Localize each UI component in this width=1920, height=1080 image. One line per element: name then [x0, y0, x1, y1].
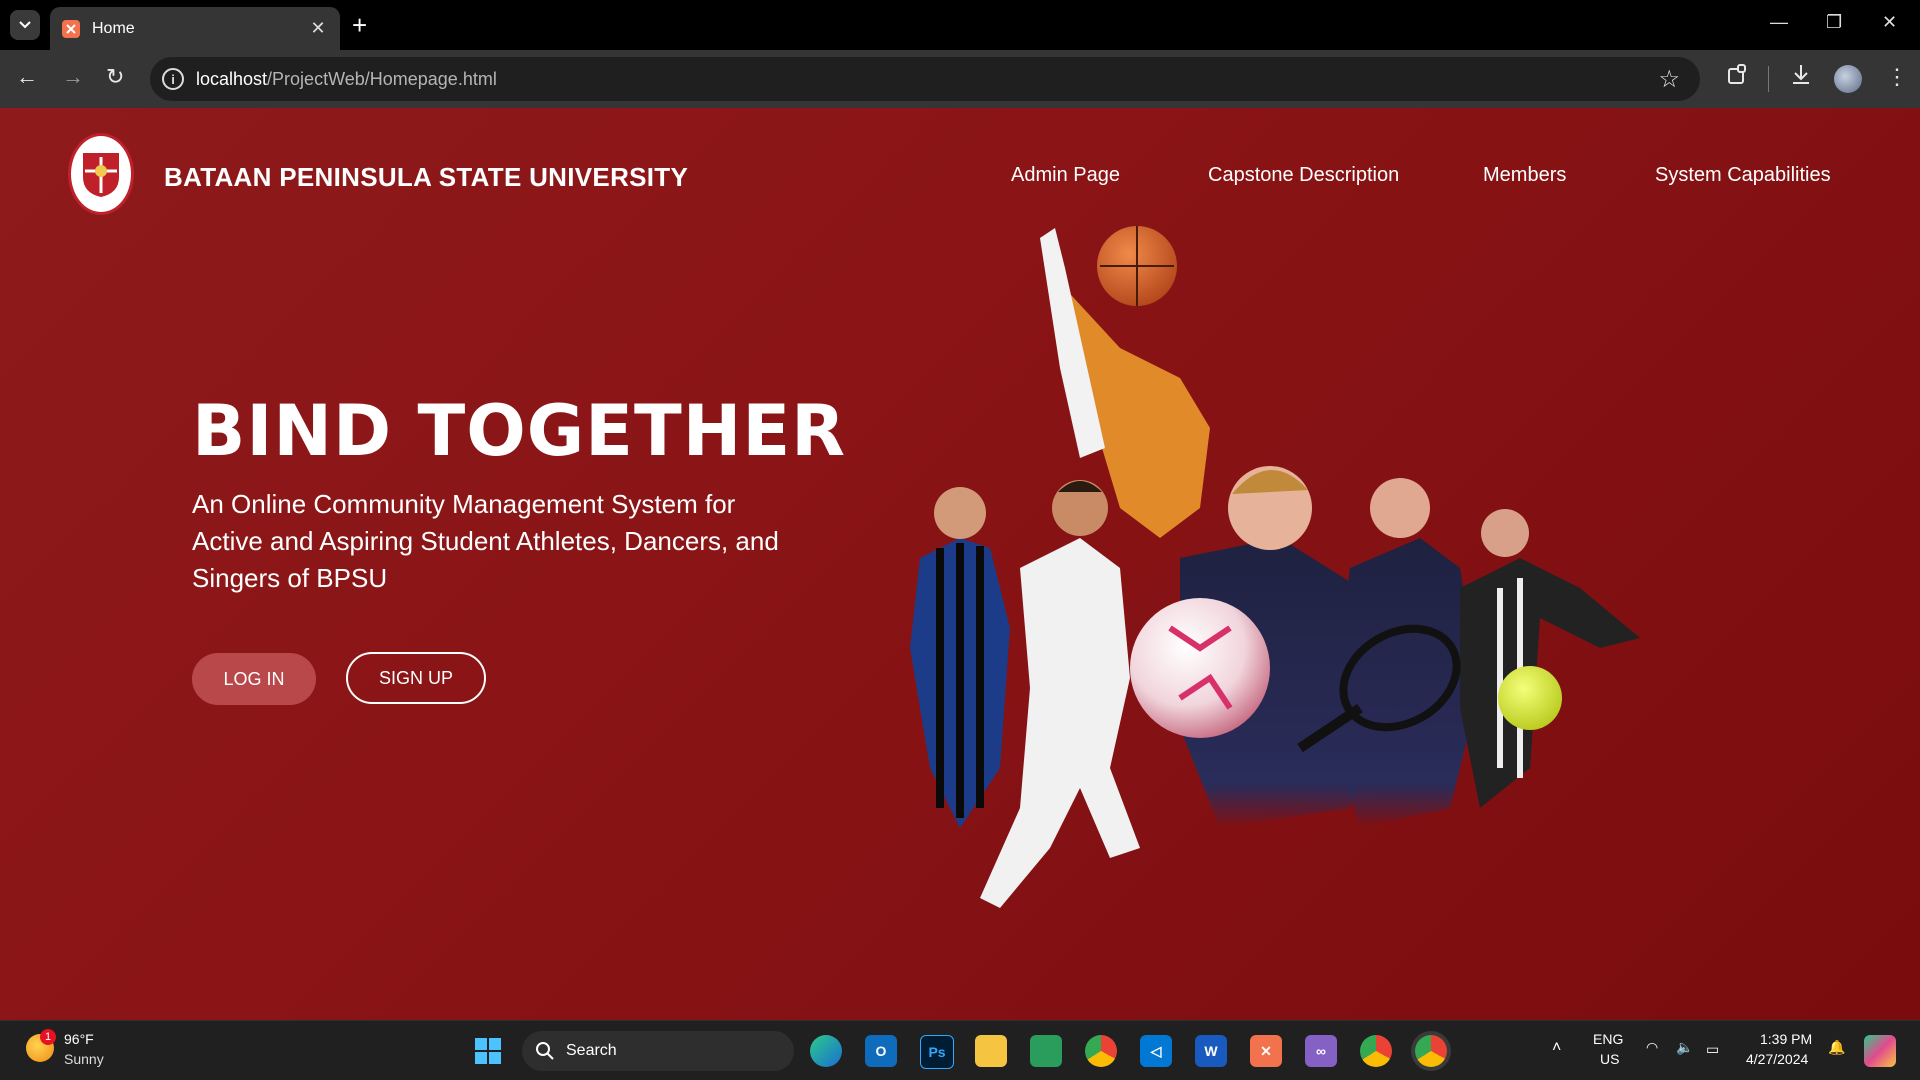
windows-taskbar: 1 96°F Sunny Search O Ps ◁ W ✕ ∞ ˄ ENG U… [0, 1020, 1920, 1080]
browser-tab-home[interactable]: Home ✕ [50, 7, 340, 50]
notification-bell-icon[interactable]: 🔔 [1828, 1039, 1845, 1056]
nav-capstone-description[interactable]: Capstone Description [1208, 164, 1399, 187]
taskbar-search-box[interactable]: Search [522, 1031, 794, 1071]
language-top[interactable]: ENG [1593, 1031, 1623, 1047]
vscode-icon[interactable]: ◁ [1140, 1035, 1172, 1067]
xampp-favicon-icon [62, 19, 80, 38]
extensions-icon[interactable] [1724, 62, 1750, 88]
chrome-active-icon[interactable] [1415, 1035, 1447, 1067]
battery-icon[interactable]: ▭ [1706, 1041, 1719, 1058]
chrome-icon[interactable] [1085, 1035, 1117, 1067]
athletes-collage-image [910, 226, 1640, 908]
tab-title: Home [92, 19, 135, 37]
site-brand-title[interactable]: BATAAN PENINSULA STATE UNIVERSITY [164, 162, 688, 193]
photoshop-icon[interactable]: Ps [920, 1035, 954, 1069]
edge-icon[interactable] [810, 1035, 842, 1067]
outlook-icon[interactable]: O [865, 1035, 897, 1067]
forward-button[interactable]: → [62, 66, 84, 88]
hero-title: BIND TOGETHER [192, 390, 847, 472]
address-bar[interactable]: i localhost/ProjectWeb/Homepage.html ☆ [150, 57, 1700, 101]
word-icon[interactable]: W [1195, 1035, 1227, 1067]
google-classroom-icon[interactable] [1030, 1035, 1062, 1067]
wifi-icon[interactable]: ◠ [1646, 1039, 1658, 1056]
clock-time[interactable]: 1:39 PM [1760, 1031, 1812, 1047]
chrome-profile-icon[interactable] [1360, 1035, 1392, 1067]
search-icon [536, 1042, 554, 1060]
close-window-button[interactable]: ✕ [1882, 12, 1897, 33]
volume-icon[interactable]: 🔈 [1676, 1039, 1693, 1056]
university-seal-icon [83, 153, 119, 197]
toolbar-divider [1768, 66, 1769, 92]
chevron-down-icon [19, 21, 31, 29]
reload-button[interactable]: ↻ [106, 66, 124, 88]
url-text[interactable]: localhost/ProjectWeb/Homepage.html [196, 69, 497, 90]
minimize-button[interactable]: — [1770, 12, 1788, 33]
nav-system-capabilities[interactable]: System Capabilities [1655, 164, 1831, 187]
white-jersey-player-figure [980, 538, 1140, 908]
search-label: Search [566, 1042, 617, 1059]
soccer-ball [1130, 598, 1270, 738]
nav-members[interactable]: Members [1483, 164, 1566, 187]
homepage: BATAAN PENINSULA STATE UNIVERSITY Admin … [0, 108, 1920, 1020]
menu-kebab-icon[interactable]: ⋮ [1886, 66, 1908, 88]
tab-search-button[interactable] [10, 10, 40, 40]
bpsu-logo[interactable] [68, 133, 134, 215]
profile-avatar[interactable] [1834, 65, 1862, 93]
nav-admin-page[interactable]: Admin Page [1011, 164, 1120, 187]
back-button[interactable]: ← [16, 66, 38, 88]
show-hidden-icons-chevron-icon[interactable]: ˄ [1552, 1039, 1561, 1057]
bookmark-star-icon[interactable]: ☆ [1658, 65, 1680, 94]
restore-button[interactable]: ❐ [1826, 12, 1842, 33]
file-explorer-icon[interactable] [975, 1035, 1007, 1067]
new-tab-button[interactable]: + [352, 12, 367, 38]
weather-condition[interactable]: Sunny [64, 1051, 104, 1067]
visual-studio-icon[interactable]: ∞ [1305, 1035, 1337, 1067]
browser-toolbar: ← → ↻ i localhost/ProjectWeb/Homepage.ht… [0, 50, 1920, 108]
weather-temperature[interactable]: 96°F [64, 1031, 94, 1047]
browser-tab-strip: Home ✕ + — ❐ ✕ [0, 0, 1920, 50]
signup-button[interactable]: SIGN UP [346, 652, 486, 704]
login-button[interactable]: LOG IN [192, 653, 316, 705]
weather-notification-badge: 1 [40, 1029, 56, 1045]
language-bottom[interactable]: US [1600, 1051, 1619, 1067]
tennis-ball [1498, 666, 1562, 730]
site-info-icon[interactable]: i [162, 68, 184, 90]
download-icon[interactable] [1788, 62, 1814, 88]
copilot-icon[interactable] [1864, 1035, 1896, 1067]
xampp-icon[interactable]: ✕ [1250, 1035, 1282, 1067]
hero-subtitle: An Online Community Management System fo… [192, 489, 779, 593]
tab-close-icon[interactable]: ✕ [304, 18, 332, 39]
clock-date[interactable]: 4/27/2024 [1746, 1051, 1808, 1067]
windows-start-icon[interactable] [474, 1037, 502, 1065]
